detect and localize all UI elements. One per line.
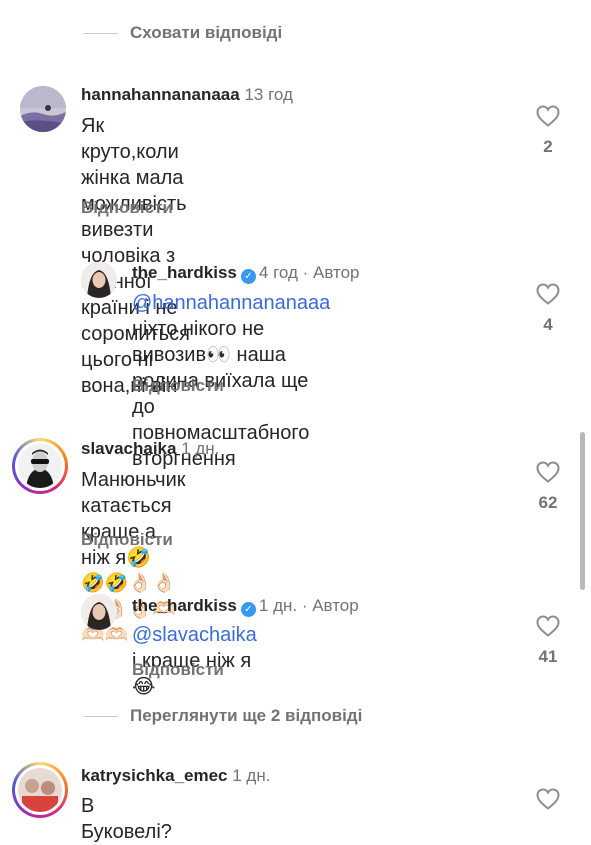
reply-button[interactable]: Відповісти (132, 660, 224, 680)
timestamp: 1 дн. (258, 596, 298, 615)
comment-meta: the_hardkiss ✓ 4 год · Автор (132, 263, 360, 284)
mention-link[interactable]: @slavachaika (132, 624, 257, 646)
story-ring-avatar[interactable] (12, 762, 68, 818)
reply-button[interactable]: Відповісти (81, 198, 173, 218)
username[interactable]: slavachaika (81, 439, 176, 458)
mention-link[interactable]: @hannahannananaaa (132, 292, 330, 314)
avatar[interactable] (81, 594, 117, 630)
timestamp: 4 год (258, 263, 298, 282)
heart-icon[interactable] (528, 105, 568, 127)
comment-text-line: В Буковелі? (81, 795, 172, 843)
story-ring-avatar[interactable] (12, 438, 68, 494)
hide-replies-button[interactable]: Сховати відповіді (84, 21, 282, 45)
heart-icon[interactable] (528, 615, 568, 637)
like-control: 4 (528, 283, 568, 335)
thread-line (84, 715, 118, 717)
author-badge: Автор (313, 263, 360, 282)
like-count: 41 (538, 647, 558, 666)
comment-text-fragment: ніхто нікого не (132, 318, 265, 340)
thread-line (84, 32, 118, 34)
reply-button[interactable]: Відповісти (132, 376, 224, 396)
hide-replies-label: Сховати відповіді (130, 23, 283, 42)
view-more-replies-button[interactable]: Переглянути ще 2 відповіді (84, 704, 362, 728)
like-count: 2 (543, 137, 553, 156)
comment-text: В Буковелі? (81, 793, 172, 845)
like-count: 4 (543, 315, 553, 334)
avatar[interactable] (20, 86, 66, 132)
verified-badge-icon: ✓ (240, 602, 256, 617)
comment-meta: slavachaika 1 дн. (81, 439, 219, 459)
username[interactable]: katrysichka_emec (81, 766, 228, 785)
comment-meta: katrysichka_emec 1 дн. (81, 766, 270, 786)
view-more-replies-label: Переглянути ще 2 відповіді (130, 706, 363, 725)
scrollbar[interactable] (580, 432, 585, 590)
comment-meta: hannahannananaaa 13 год (81, 85, 293, 105)
heart-icon[interactable] (528, 461, 568, 483)
like-control: 62 (528, 461, 568, 513)
heart-icon[interactable] (528, 283, 568, 305)
like-control: 2 (528, 105, 568, 157)
username[interactable]: the_hardkiss (132, 596, 237, 615)
like-control (528, 788, 568, 810)
like-count: 62 (538, 493, 558, 512)
author-badge: Автор (312, 596, 359, 615)
username[interactable]: the_hardkiss (132, 263, 237, 282)
comment-text-line: Манюньчик катається краще а ніж я🤣 (81, 469, 186, 569)
timestamp: 13 год (244, 85, 293, 104)
avatar[interactable] (81, 262, 117, 298)
timestamp: 1 дн. (181, 439, 220, 458)
verified-badge-icon: ✓ (240, 269, 256, 284)
comment-text-line: @hannahannananaaa ніхто нікого не (132, 290, 330, 342)
comment-text-line: до повномасштабного вторгнення (132, 396, 310, 470)
comment-meta: the_hardkiss ✓ 1 дн. · Автор (132, 596, 359, 617)
username[interactable]: hannahannananaaa (81, 85, 240, 104)
like-control: 41 (528, 615, 568, 667)
timestamp: 1 дн. (232, 766, 271, 785)
reply-button[interactable]: Відповісти (81, 530, 173, 550)
heart-icon[interactable] (528, 788, 568, 810)
